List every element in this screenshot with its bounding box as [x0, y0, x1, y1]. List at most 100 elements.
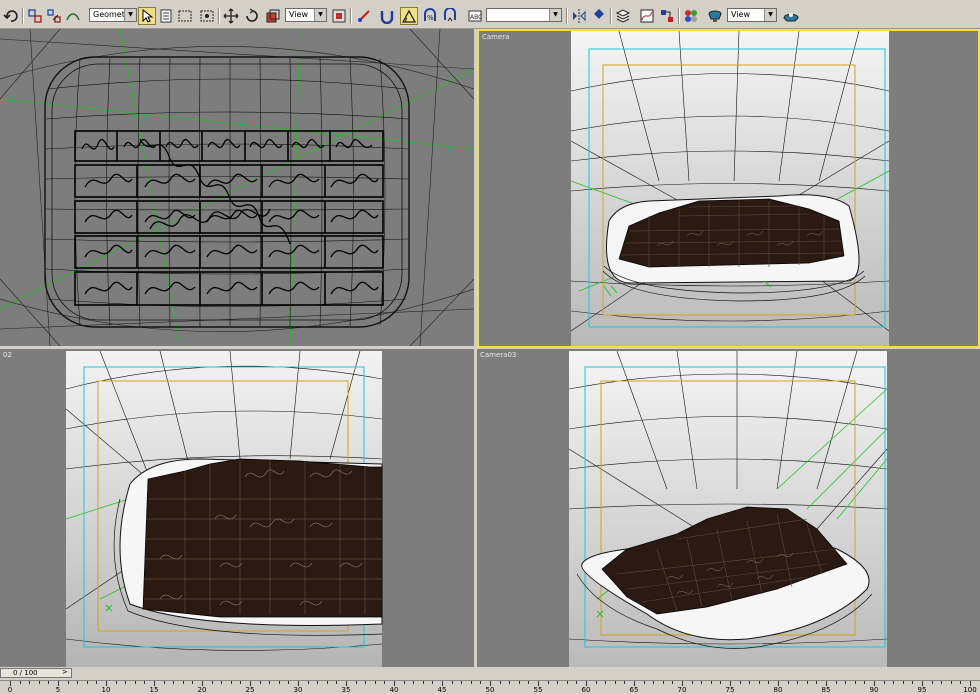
track-tick — [480, 681, 482, 684]
select-by-name-icon[interactable] — [157, 7, 175, 25]
track-tick — [643, 681, 645, 684]
viewport-top[interactable] — [0, 29, 474, 346]
track-tick — [893, 681, 895, 684]
viewport-label: Camera — [482, 33, 510, 41]
manipulate-icon[interactable] — [355, 7, 373, 25]
track-tick — [701, 681, 703, 684]
track-tick — [374, 681, 376, 684]
viewport-camera03[interactable]: Camera03 — [477, 349, 980, 667]
track-tick — [384, 681, 386, 684]
track-tick — [806, 681, 808, 684]
track-tick — [125, 681, 127, 684]
track-tick — [278, 681, 280, 684]
undo-icon[interactable] — [2, 7, 20, 25]
curve-editor-icon[interactable] — [638, 7, 656, 25]
track-tick — [182, 681, 184, 684]
track-tick — [461, 681, 463, 684]
toolbar-separator — [350, 8, 352, 24]
track-tick — [163, 681, 165, 684]
select-scale-icon[interactable] — [264, 7, 282, 25]
track-tick — [403, 681, 405, 684]
track-tick — [605, 681, 607, 684]
track-tick — [557, 681, 559, 684]
unlink-icon[interactable] — [45, 7, 63, 25]
reference-coordinate-dropdown[interactable]: View ▼ — [285, 8, 327, 22]
select-rotate-icon[interactable] — [243, 7, 261, 25]
edit-named-selection-icon[interactable]: ABC — [466, 7, 484, 25]
track-tick — [317, 681, 319, 684]
bind-space-warp-icon[interactable] — [64, 7, 82, 25]
chevron-down-icon: ▼ — [764, 9, 776, 21]
toolbar-separator — [610, 8, 612, 24]
track-tick — [576, 681, 578, 684]
track-tick — [547, 681, 549, 684]
material-editor-icon[interactable] — [682, 7, 700, 25]
track-tick — [854, 681, 856, 684]
time-slider[interactable]: 0 / 100 > — [0, 667, 980, 680]
track-tick — [662, 681, 664, 684]
render-scene-icon[interactable] — [706, 7, 724, 25]
camera03-view-render — [568, 350, 888, 667]
track-tick — [518, 681, 520, 684]
viewport-label: Camera03 — [480, 351, 517, 359]
track-tick — [672, 681, 674, 684]
track-tick — [134, 681, 136, 684]
render-type-value: View — [731, 10, 750, 19]
track-tick — [451, 681, 453, 684]
chevron-down-icon: ▼ — [549, 9, 561, 21]
track-tick — [768, 681, 770, 684]
toolbar-separator — [678, 8, 680, 24]
track-tick — [288, 681, 290, 684]
mirror-icon[interactable] — [570, 7, 588, 25]
viewport-label: 02 — [3, 351, 12, 359]
viewport-camera[interactable]: Camera — [477, 29, 980, 348]
reference-coordinate-value: View — [289, 10, 308, 19]
layer-manager-icon[interactable] — [614, 7, 632, 25]
select-move-icon[interactable] — [222, 7, 240, 25]
chevron-down-icon: ▼ — [314, 9, 326, 21]
track-tick — [614, 681, 616, 684]
quick-render-icon[interactable] — [782, 7, 800, 25]
track-tick — [67, 681, 69, 684]
viewport-front[interactable]: 02 — [0, 349, 474, 667]
align-icon[interactable] — [590, 7, 608, 25]
named-selection-dropdown[interactable]: ▼ — [486, 8, 562, 22]
toolbar-separator — [218, 8, 220, 24]
track-tick — [845, 681, 847, 684]
selection-filter-dropdown[interactable]: Geometry ▼ — [89, 8, 137, 22]
render-type-dropdown[interactable]: View ▼ — [727, 8, 777, 22]
track-tick — [912, 681, 914, 684]
track-tick — [77, 681, 79, 684]
track-bar[interactable]: 0 5 10 15 20 25 30 35 40 45 50 55 60 65 70 75 80 85 90 95 10… — [0, 680, 980, 694]
window-crossing-icon[interactable] — [198, 7, 216, 25]
track-tick — [758, 681, 760, 684]
angle-snap-icon[interactable] — [400, 7, 418, 25]
percent-snap-icon[interactable]: % — [421, 7, 439, 25]
select-object-icon[interactable] — [138, 7, 156, 25]
toolbar-separator — [566, 8, 568, 24]
svg-text:%: % — [427, 14, 434, 22]
viewport-area: Camera 02 Camera03 — [0, 29, 980, 667]
chevron-right-icon: > — [62, 668, 68, 676]
track-tick — [931, 681, 933, 684]
track-tick — [797, 681, 799, 684]
schematic-view-icon[interactable] — [658, 7, 676, 25]
track-tick — [749, 681, 751, 684]
toolbar-separator — [22, 8, 24, 24]
track-tick — [86, 681, 88, 684]
track-tick — [624, 681, 626, 684]
link-icon[interactable] — [26, 7, 44, 25]
camera-view-render — [570, 31, 890, 346]
track-tick — [720, 681, 722, 684]
track-tick — [307, 681, 309, 684]
spinner-snap-icon[interactable] — [441, 7, 459, 25]
snap-toggle-icon[interactable] — [378, 7, 396, 25]
track-tick — [259, 681, 261, 684]
pivot-icon[interactable] — [330, 7, 348, 25]
track-tick — [192, 681, 194, 684]
rect-region-icon[interactable] — [176, 7, 194, 25]
track-tick — [115, 681, 117, 684]
track-tick — [509, 681, 511, 684]
track-tick — [221, 681, 223, 684]
top-view-wireframe — [0, 29, 474, 346]
